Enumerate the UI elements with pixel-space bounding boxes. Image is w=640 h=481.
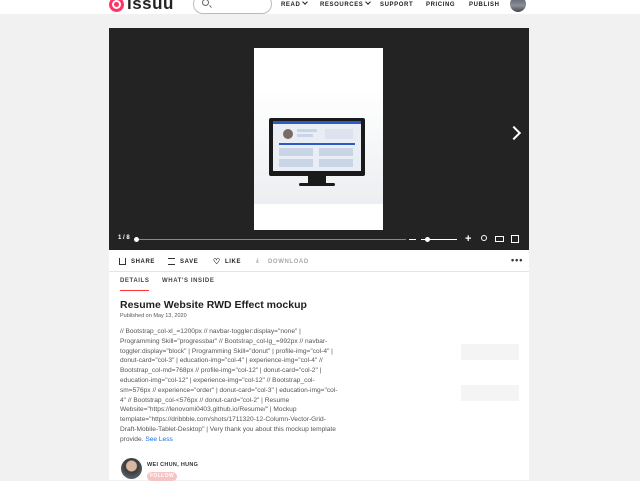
issuu-logo-icon (109, 0, 124, 12)
publish-date: Published on May 13, 2020 (120, 313, 187, 319)
nav-pricing[interactable]: PRICING (426, 2, 455, 8)
zoom-slider-handle[interactable] (425, 237, 430, 242)
download-icon: ⤓ (256, 258, 260, 264)
next-page-arrow-icon[interactable] (506, 125, 522, 141)
fullscreen-icon[interactable] (511, 235, 519, 243)
zoom-out-icon[interactable] (409, 239, 416, 240)
save-icon (168, 258, 175, 265)
logo-text: issuu (127, 0, 174, 13)
see-less-link[interactable]: See Less (145, 436, 173, 443)
document-page (254, 48, 383, 230)
heart-icon: ♡ (213, 257, 221, 266)
theater-mode-icon[interactable] (495, 236, 504, 242)
download-button[interactable]: ⤓ DOWNLOAD (256, 258, 309, 265)
page-image (254, 90, 383, 204)
tab-details[interactable]: DETAILS (120, 278, 150, 291)
chevron-down-icon (302, 0, 309, 5)
nav-read[interactable]: READ (281, 0, 309, 8)
nav-resources[interactable]: RESOURCES (320, 0, 372, 8)
detail-tabs: DETAILS WHAT'S INSIDE (109, 272, 529, 291)
document-viewer[interactable]: 1 / 8 + (109, 28, 529, 250)
page-indicator: 1 / 8 (118, 235, 130, 241)
like-button[interactable]: ♡ LIKE (213, 257, 241, 266)
document-title: Resume Website RWD Effect mockup (120, 299, 307, 311)
page-progress-handle[interactable] (134, 237, 139, 242)
screen-mockup (273, 121, 361, 171)
zoom-in-icon[interactable]: + (465, 234, 471, 245)
document-description: // Bootstrap_col-xl_=1200px // navbar-to… (120, 328, 338, 443)
more-options-button[interactable]: ••• (511, 255, 523, 265)
nav-publish[interactable]: PUBLISH (469, 2, 500, 8)
side-placeholder (461, 385, 519, 401)
tab-whats-inside[interactable]: WHAT'S INSIDE (162, 278, 214, 290)
issuu-logo[interactable]: issuu (109, 0, 174, 14)
magnifier-icon[interactable] (481, 235, 487, 241)
author-name[interactable]: WEI CHUN, HUNG (147, 462, 198, 468)
viewer-controls: 1 / 8 + (109, 233, 529, 245)
nav-support[interactable]: SUPPORT (380, 2, 413, 8)
user-avatar[interactable] (510, 0, 526, 12)
share-icon (119, 258, 126, 265)
top-navbar: issuu READ RESOURCES SUPPORT PRICING PUB… (0, 0, 640, 14)
monitor-mockup (269, 118, 365, 176)
side-placeholder (461, 344, 519, 360)
search-input[interactable] (193, 0, 272, 14)
share-button[interactable]: SHARE (119, 258, 155, 265)
search-icon (202, 0, 209, 6)
save-button[interactable]: SAVE (168, 258, 198, 265)
action-bar: SHARE SAVE ♡ LIKE ⤓ DOWNLOAD ••• (109, 250, 529, 272)
chevron-down-icon (365, 0, 372, 5)
document-details: DETAILS WHAT'S INSIDE Resume Website RWD… (109, 272, 529, 481)
author-avatar[interactable] (121, 458, 142, 479)
page-progress-slider[interactable] (136, 239, 406, 240)
